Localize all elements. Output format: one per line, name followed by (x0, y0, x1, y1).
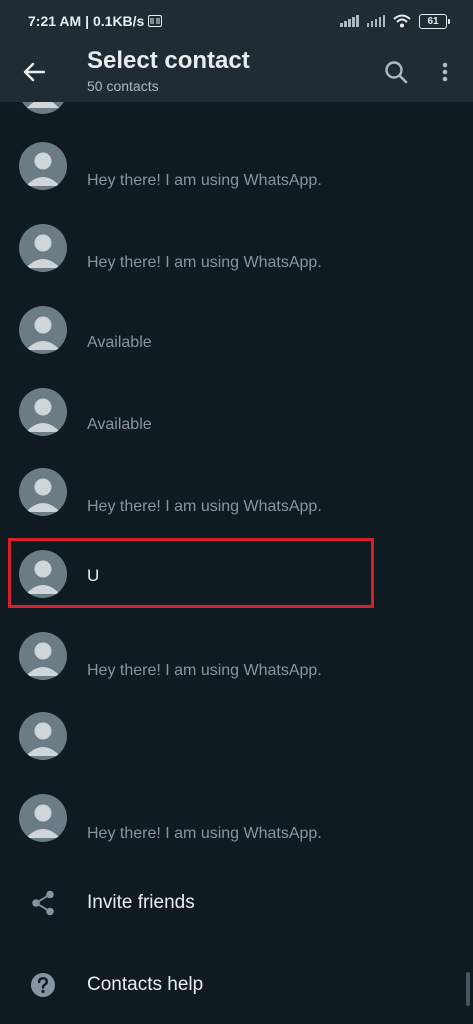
battery-level: 61 (427, 15, 439, 27)
contact-status: Hey there! I am using WhatsApp. (87, 254, 322, 271)
battery-icon: 61 (419, 13, 450, 29)
arrow-back-icon (23, 62, 45, 82)
invite-friends-label: Invite friends (87, 892, 195, 913)
list-item[interactable]: Hey there! I am using WhatsApp. (0, 616, 473, 698)
wifi-icon (393, 14, 411, 28)
avatar (19, 224, 67, 272)
avatar (19, 388, 67, 436)
contact-status: Available (87, 416, 152, 433)
back-button[interactable] (14, 52, 54, 92)
help-icon (28, 970, 58, 1000)
search-icon (385, 61, 408, 84)
more-options-button[interactable] (430, 54, 460, 90)
status-network-speed: | 0.1KB/s (85, 13, 145, 29)
contact-status: Hey there! I am using WhatsApp. (87, 825, 322, 842)
avatar (19, 632, 67, 680)
avatar (19, 712, 67, 760)
list-item[interactable]: Available (0, 370, 473, 452)
list-item[interactable]: Available (0, 288, 473, 370)
list-item[interactable]: Hey there! I am using WhatsApp. (0, 452, 473, 534)
search-button[interactable] (376, 54, 416, 90)
contact-status: Hey there! I am using WhatsApp. (87, 662, 322, 679)
contacts-help-label: Contacts help (87, 974, 204, 995)
status-bar: 7:21 AM | 0.1KB/s 61 (0, 0, 473, 42)
more-vert-icon (442, 62, 448, 82)
contact-status: Hey there! I am using WhatsApp. (87, 498, 322, 515)
highlight-box (8, 538, 374, 608)
avatar (19, 794, 67, 842)
list-item[interactable]: Hey there! I am using WhatsApp. (0, 206, 473, 288)
list-item[interactable]: Hey there! I am using WhatsApp. (0, 780, 473, 862)
signal-icon-2 (366, 15, 385, 27)
signal-icon (340, 15, 359, 27)
avatar (19, 306, 67, 354)
avatar (19, 468, 67, 516)
vowifi-icon (148, 15, 163, 27)
avatar (19, 142, 67, 190)
avatar (19, 102, 67, 114)
invite-friends-item[interactable]: Invite friends (0, 862, 473, 944)
scrollbar[interactable] (466, 972, 470, 1006)
contact-status: Available (87, 334, 152, 351)
contact-status: Hey there! I am using WhatsApp. (87, 172, 322, 189)
status-time: 7:21 AM (28, 13, 82, 29)
contacts-help-item[interactable]: Contacts help (0, 944, 473, 1024)
contact-count: 50 contacts (87, 78, 159, 94)
page-title: Select contact (87, 47, 250, 74)
app-bar: Select contact 50 contacts (0, 42, 473, 102)
list-item[interactable]: Hey there! I am using WhatsApp. (0, 124, 473, 206)
share-icon (28, 888, 58, 918)
list-item[interactable] (0, 698, 473, 780)
